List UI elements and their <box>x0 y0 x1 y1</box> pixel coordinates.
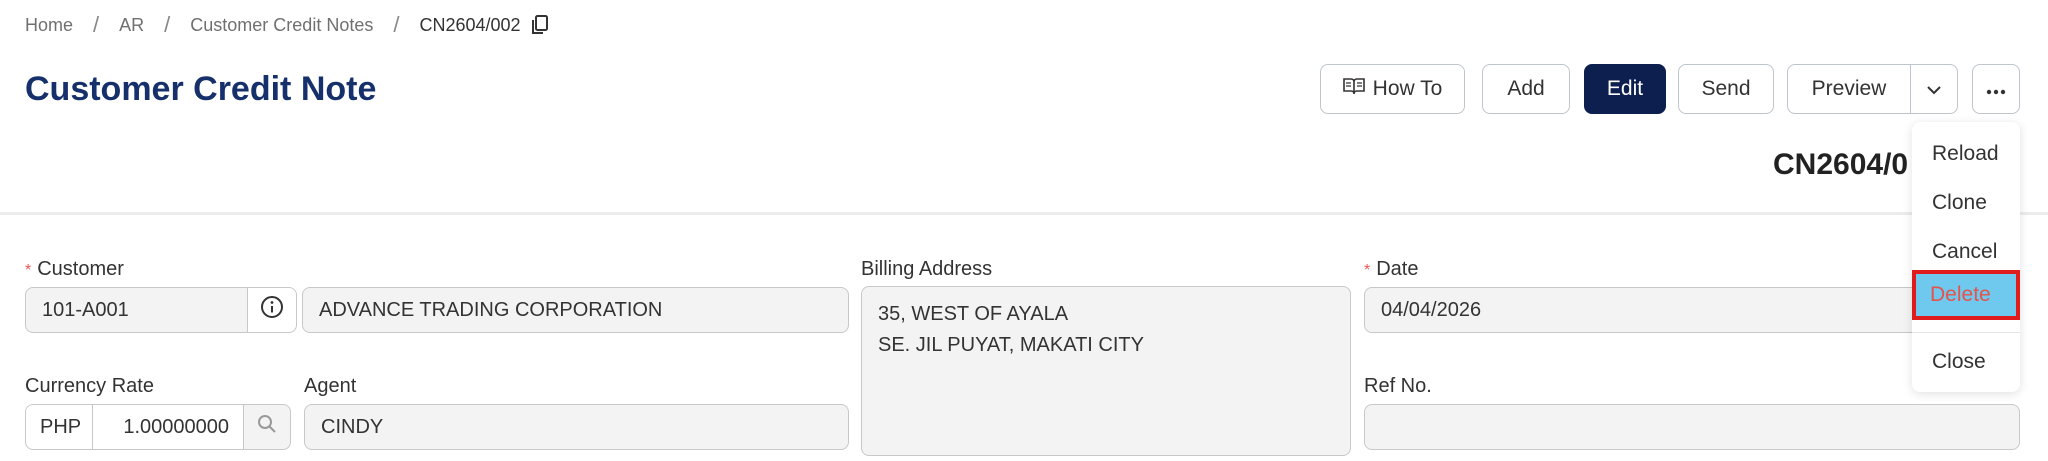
billing-address-line-2: SE. JIL PUYAT, MAKATI CITY <box>878 334 1144 356</box>
billing-address-textarea[interactable]: 35, WEST OF AYALA SE. JIL PUYAT, MAKATI … <box>861 286 1351 456</box>
chevron-down-icon <box>1926 77 1942 101</box>
customer-info-button[interactable] <box>247 287 297 333</box>
breadcrumb-ar[interactable]: AR <box>119 15 144 36</box>
more-options-button[interactable] <box>1972 64 2020 114</box>
edit-button[interactable]: Edit <box>1584 64 1666 114</box>
more-options-menu: Reload Clone Cancel Delete Close <box>1912 122 2020 392</box>
preview-button[interactable]: Preview <box>1787 64 1911 114</box>
menu-item-reload[interactable]: Reload <box>1932 142 1999 166</box>
customer-name-input[interactable]: ADVANCE TRADING CORPORATION <box>302 287 849 333</box>
customer-code-input[interactable]: 101-A001 <box>25 287 249 333</box>
currency-rate-label: Currency Rate <box>25 375 154 397</box>
page-title: Customer Credit Note <box>25 70 377 108</box>
menu-item-clone[interactable]: Clone <box>1932 191 1987 215</box>
agent-input[interactable]: CINDY <box>304 404 849 450</box>
breadcrumb-home[interactable]: Home <box>25 15 73 36</box>
billing-address-line-1: 35, WEST OF AYALA <box>878 303 1069 325</box>
ellipsis-icon <box>1986 77 2006 101</box>
info-icon <box>260 295 284 325</box>
billing-address-label: Billing Address <box>861 258 993 280</box>
breadcrumb-current: CN2604/002 <box>419 14 521 35</box>
menu-item-delete[interactable]: Delete <box>1912 270 2020 320</box>
currency-code-input[interactable]: PHP <box>25 404 93 450</box>
breadcrumb: Home / AR / Customer Credit Notes / CN26… <box>25 12 549 38</box>
required-icon: * <box>1364 262 1371 279</box>
agent-label: Agent <box>304 375 357 397</box>
header-divider <box>0 212 2048 215</box>
breadcrumb-customer-credit-notes[interactable]: Customer Credit Notes <box>190 15 373 36</box>
copy-icon[interactable] <box>531 15 549 35</box>
document-number: CN2604/0 <box>1773 148 1909 181</box>
ref-no-label: Ref No. <box>1364 375 1432 397</box>
date-label: * Date <box>1364 258 1419 280</box>
book-icon <box>1342 77 1365 101</box>
customer-label: * Customer <box>25 258 124 280</box>
add-button[interactable]: Add <box>1482 64 1570 114</box>
send-button[interactable]: Send <box>1678 64 1774 114</box>
currency-search-button[interactable] <box>243 404 291 450</box>
menu-item-close[interactable]: Close <box>1932 350 1986 374</box>
ref-no-input[interactable] <box>1364 404 2020 450</box>
how-to-label: How To <box>1372 77 1443 100</box>
search-icon <box>257 414 277 440</box>
preview-dropdown-button[interactable] <box>1910 64 1958 114</box>
currency-rate-input[interactable]: 1.00000000 <box>92 404 244 450</box>
breadcrumb-separator: / <box>393 12 400 37</box>
how-to-button[interactable]: How To <box>1320 64 1465 114</box>
required-icon: * <box>25 262 32 279</box>
breadcrumb-separator: / <box>93 12 100 37</box>
menu-divider <box>1912 332 2020 333</box>
breadcrumb-separator: / <box>164 12 171 37</box>
menu-item-cancel[interactable]: Cancel <box>1932 240 1997 264</box>
